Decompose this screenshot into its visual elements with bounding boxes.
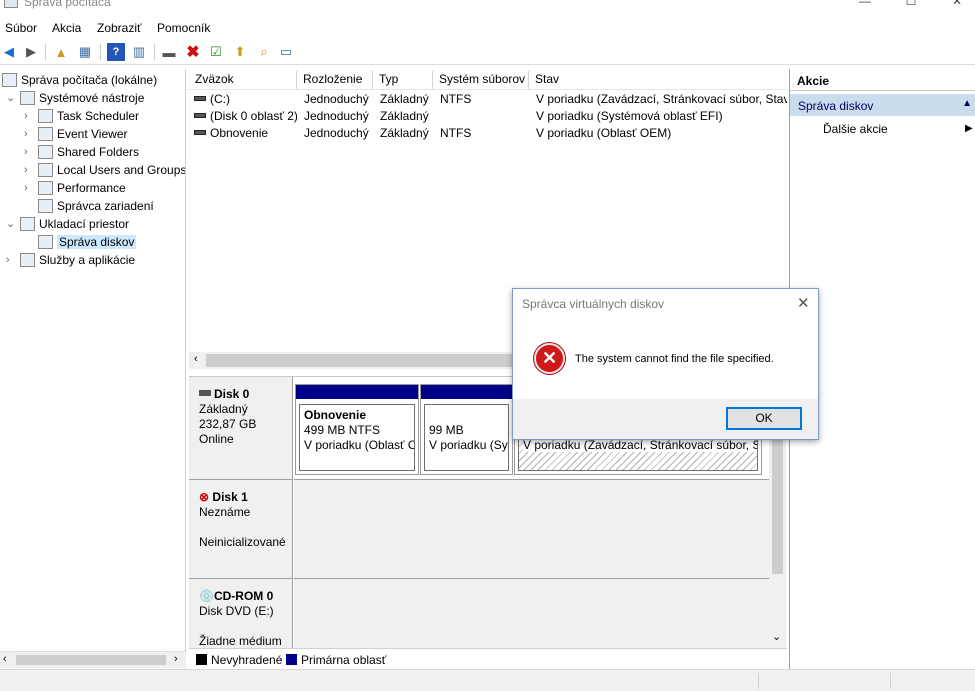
tree-item-local-users[interactable]: › Local Users and Groups	[24, 161, 185, 179]
dialog-close-icon[interactable]: ✕	[797, 294, 810, 312]
tree-item-storage[interactable]: ⌄ Ukladací priestor	[6, 215, 129, 233]
disk0-label[interactable]: Disk 0 Základný 232,87 GB Online	[189, 377, 293, 480]
scroll-right-icon[interactable]: ›	[174, 653, 178, 665]
show-hide-tree-icon[interactable]: ▦	[76, 43, 94, 61]
tree-item-root[interactable]: Správa počítača (lokálne)	[2, 71, 157, 89]
status-bar	[0, 669, 975, 691]
show-hide-action-pane-icon[interactable]: ▥	[130, 43, 148, 61]
computer-management-icon	[4, 0, 18, 8]
scroll-left-icon[interactable]: ‹	[3, 653, 7, 665]
actions-section-disk-management[interactable]: Správa diskov ▲	[790, 94, 975, 116]
help-icon[interactable]: ?	[107, 43, 125, 61]
storage-icon	[20, 217, 35, 231]
cdrom-label[interactable]: 💿CD-ROM 0 Disk DVD (E:) Žiadne médium	[189, 579, 293, 648]
chevron-right-icon[interactable]: ›	[6, 251, 10, 269]
scroll-left-icon[interactable]: ‹	[194, 353, 198, 365]
maximize-button[interactable]: ☐	[896, 0, 926, 8]
collapse-icon[interactable]: ▲	[962, 98, 972, 109]
col-header-fs[interactable]: Systém súborov	[433, 71, 529, 89]
back-icon[interactable]: ◀	[0, 43, 18, 61]
chevron-down-icon[interactable]: ⌄	[6, 215, 15, 233]
toolbar: ◀ ▶ ▲ ▦ ? ▥ ▬ ✖ ☑ ⬆ ⌕ ▭	[0, 39, 975, 65]
actions-header: Akcie	[790, 71, 975, 91]
dialog-message: The system cannot find the file specifie…	[575, 353, 774, 365]
performance-icon	[38, 181, 53, 195]
cdrom-area	[294, 579, 769, 648]
scroll-thumb[interactable]	[16, 655, 166, 665]
chevron-down-icon[interactable]: ⌄	[6, 89, 15, 107]
drive-icon	[194, 113, 206, 118]
submenu-arrow-icon: ▶	[965, 123, 973, 134]
export-icon[interactable]: ⬆	[231, 43, 249, 61]
window-title: Správa počítača	[24, 0, 111, 9]
more-actions-item[interactable]: Ďalšie akcie	[823, 122, 888, 136]
chevron-right-icon[interactable]: ›	[24, 143, 28, 161]
drive-icon	[194, 130, 206, 135]
error-icon: ✕	[534, 343, 565, 374]
col-header-layout[interactable]: Rozloženie	[297, 71, 373, 89]
connect-icon[interactable]: ▬	[160, 43, 178, 61]
scroll-down-icon[interactable]: ⌄	[772, 630, 781, 643]
up-folder-icon[interactable]: ▲	[52, 43, 70, 61]
col-header-volume[interactable]: Zväzok	[189, 71, 297, 89]
tree-horizontal-scrollbar[interactable]: ‹ ›	[0, 651, 186, 668]
clock-icon	[38, 109, 53, 123]
tree-item-device-manager[interactable]: Správca zariadení	[38, 197, 154, 215]
forward-icon[interactable]: ▶	[22, 43, 40, 61]
chevron-right-icon[interactable]: ›	[24, 125, 28, 143]
console-icon[interactable]: ▭	[277, 43, 295, 61]
tree-item-performance[interactable]: › Performance	[24, 179, 126, 197]
ok-button[interactable]: OK	[726, 407, 802, 430]
table-row[interactable]: Obnovenie Jednoduchý Základný NTFS V por…	[189, 125, 787, 142]
chevron-right-icon[interactable]: ›	[24, 161, 28, 179]
services-icon	[20, 253, 35, 267]
tree-item-event-viewer[interactable]: › Event Viewer	[24, 125, 127, 143]
tree-item-shared-folders[interactable]: › Shared Folders	[24, 143, 139, 161]
title-bar: Správa počítača — ☐ ✕	[0, 0, 975, 16]
disk1-label[interactable]: ⊗ Disk 1 Neznáme Neinicializované	[189, 480, 293, 579]
tree-item-system-tools[interactable]: ⌄ Systémové nástroje	[6, 89, 144, 107]
users-icon	[38, 163, 53, 177]
legend: Nevyhradené Primárna oblasť	[189, 648, 787, 668]
disk1-area	[294, 480, 769, 579]
search-icon[interactable]: ⌕	[255, 43, 273, 61]
chevron-right-icon[interactable]: ›	[24, 179, 28, 197]
tools-icon	[20, 91, 35, 105]
col-header-type[interactable]: Typ	[373, 71, 433, 89]
dialog-footer: OK	[513, 399, 818, 439]
menu-file[interactable]: Súbor	[5, 21, 37, 35]
error-dialog: Správca virtuálnych diskov ✕ ✕ The syste…	[512, 288, 819, 440]
legend-swatch-unallocated	[196, 654, 207, 665]
delete-icon[interactable]: ✖	[184, 43, 202, 61]
disk-error-icon: ⊗	[199, 490, 210, 504]
drive-icon	[194, 96, 206, 101]
menu-action[interactable]: Akcia	[52, 21, 81, 35]
table-row[interactable]: (C:) Jednoduchý Základný NTFS V poriadku…	[189, 91, 787, 108]
event-viewer-icon	[38, 127, 53, 141]
chevron-right-icon[interactable]: ›	[24, 107, 28, 125]
computer-icon	[2, 73, 17, 87]
menu-view[interactable]: Zobraziť	[97, 21, 142, 35]
navigation-tree: Správa počítača (lokálne) ⌄ Systémové nás…	[0, 69, 186, 669]
legend-swatch-primary	[286, 654, 297, 665]
tree-item-services[interactable]: › Služby a aplikácie	[6, 251, 135, 269]
menu-help[interactable]: Pomocník	[157, 21, 210, 35]
partition-efi[interactable]: 99 MB V poriadku (Sy	[420, 384, 513, 475]
close-button[interactable]: ✕	[942, 0, 972, 8]
tree-item-disk-management[interactable]: Správa diskov	[38, 233, 137, 251]
table-row[interactable]: (Disk 0 oblasť 2) Jednoduchý Základný V …	[189, 108, 787, 125]
partition-recovery[interactable]: Obnovenie 499 MB NTFS V poriadku (Oblasť O	[295, 384, 419, 475]
menu-bar: Súbor Akcia Zobraziť Pomocník	[0, 17, 975, 39]
device-manager-icon	[38, 199, 53, 213]
tree-item-task-scheduler[interactable]: › Task Scheduler	[24, 107, 139, 125]
disk-icon	[199, 390, 211, 396]
col-header-status[interactable]: Stav	[529, 71, 787, 89]
shared-folder-icon	[38, 145, 53, 159]
dialog-title: Správca virtuálnych diskov	[522, 297, 665, 311]
minimize-button[interactable]: —	[850, 0, 880, 8]
cdrom-icon: 💿	[199, 589, 214, 603]
properties-icon[interactable]: ☑	[207, 43, 225, 61]
disk-icon	[38, 235, 53, 249]
